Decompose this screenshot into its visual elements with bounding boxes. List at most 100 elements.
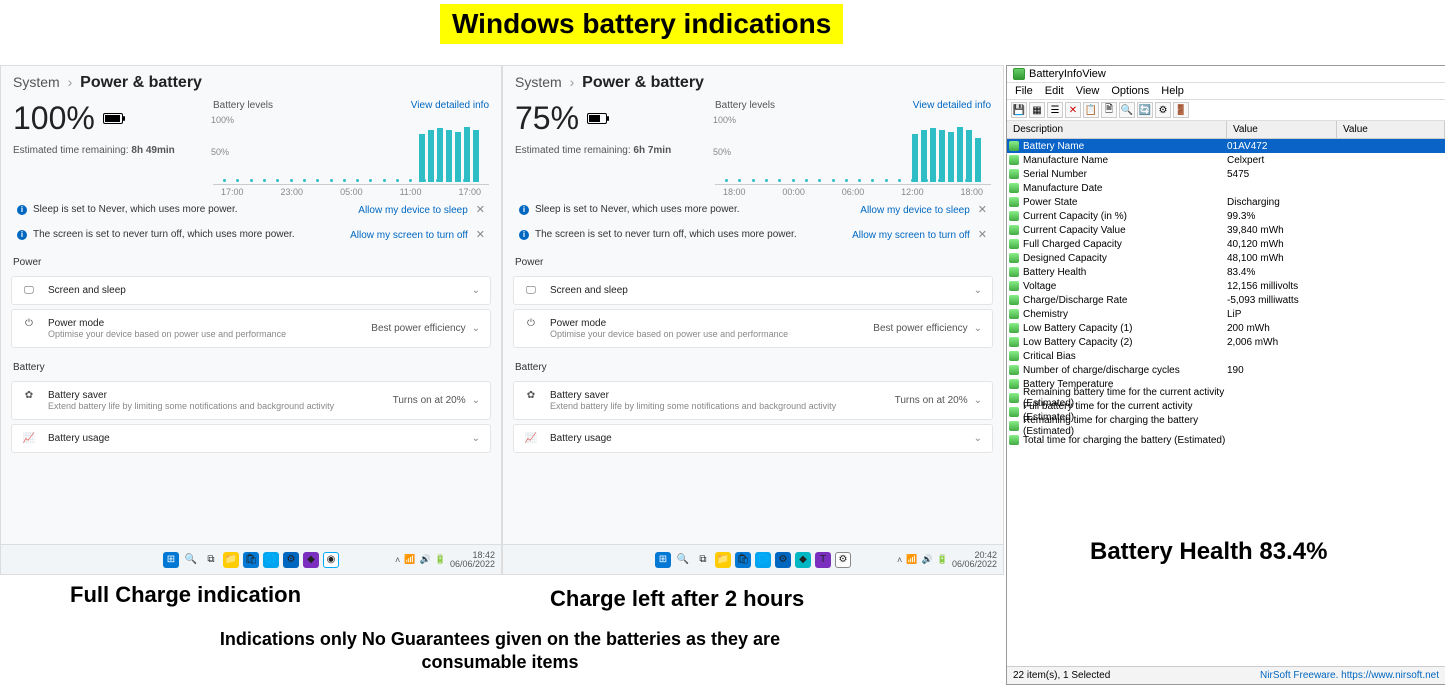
- power-mode-value[interactable]: Best power efficiency: [371, 323, 465, 334]
- allow-screen-off-link[interactable]: Allow my screen to turn off: [852, 230, 970, 241]
- view-detailed-link[interactable]: View detailed info: [411, 100, 489, 111]
- card-battery-usage[interactable]: 📈Battery usage ⌄: [11, 424, 491, 453]
- teams-icon[interactable]: T: [815, 552, 831, 568]
- menu-options[interactable]: Options: [1111, 85, 1149, 97]
- table-row[interactable]: Power StateDischarging: [1007, 195, 1445, 209]
- table-row[interactable]: Current Capacity (in %)99.3%: [1007, 209, 1445, 223]
- tray-date[interactable]: 06/06/2022: [450, 560, 495, 569]
- card-screen-sleep[interactable]: 🖵Screen and sleep ⌄: [513, 276, 993, 305]
- table-row[interactable]: Remaining time for charging the battery …: [1007, 419, 1445, 433]
- explorer-icon[interactable]: 📁: [223, 552, 239, 568]
- table-header[interactable]: Description Value Value: [1007, 121, 1445, 139]
- edge-icon[interactable]: 🌐: [755, 552, 771, 568]
- volume-icon[interactable]: 🔊: [420, 554, 431, 565]
- grid-icon[interactable]: ▦: [1029, 102, 1045, 118]
- col-value[interactable]: Value: [1227, 121, 1337, 138]
- table-row[interactable]: Full Charged Capacity40,120 mWh: [1007, 237, 1445, 251]
- table-row[interactable]: Low Battery Capacity (1)200 mWh: [1007, 321, 1445, 335]
- table-row[interactable]: ChemistryLiP: [1007, 307, 1445, 321]
- card-power-mode[interactable]: ⏻Power modeOptimise your device based on…: [11, 309, 491, 348]
- taskbar[interactable]: ⊞ 🔍 ⧉ 📁 🛍 🌐 ⚙ ◆ T ⚙ ˄ 📶 🔊 🔋 20:4206/06/2…: [503, 544, 1003, 574]
- card-screen-sleep[interactable]: 🖵Screen and sleep ⌄: [11, 276, 491, 305]
- section-battery: Battery: [503, 352, 1003, 377]
- table-row[interactable]: Voltage12,156 millivolts: [1007, 279, 1445, 293]
- app-icon-2[interactable]: ◉: [323, 552, 339, 568]
- delete-icon[interactable]: ✕: [1065, 102, 1081, 118]
- tray-date[interactable]: 06/06/2022: [952, 560, 997, 569]
- search-icon[interactable]: 🔍: [675, 552, 691, 568]
- close-icon[interactable]: ✕: [978, 204, 987, 216]
- table-row[interactable]: Critical Bias: [1007, 349, 1445, 363]
- store-icon[interactable]: 🛍: [735, 552, 751, 568]
- card-battery-saver[interactable]: ✿Battery saverExtend battery life by lim…: [513, 381, 993, 420]
- y-50: 50%: [713, 147, 731, 157]
- card-battery-usage[interactable]: 📈Battery usage ⌄: [513, 424, 993, 453]
- cell-desc: Serial Number: [1023, 169, 1227, 180]
- table-row[interactable]: Manufacture Date: [1007, 181, 1445, 195]
- save-icon[interactable]: 💾: [1011, 102, 1027, 118]
- edge-icon[interactable]: 🌐: [263, 552, 279, 568]
- allow-screen-off-link[interactable]: Allow my screen to turn off: [350, 230, 468, 241]
- view-detailed-link[interactable]: View detailed info: [913, 100, 991, 111]
- status-link[interactable]: NirSoft Freeware. https://www.nirsoft.ne…: [1260, 670, 1439, 681]
- task-view-icon[interactable]: ⧉: [695, 552, 711, 568]
- start-icon[interactable]: ⊞: [163, 552, 179, 568]
- table-row[interactable]: Number of charge/discharge cycles190: [1007, 363, 1445, 377]
- menu-help[interactable]: Help: [1161, 85, 1184, 97]
- cell-desc: Low Battery Capacity (1): [1023, 323, 1227, 334]
- table-row[interactable]: Manufacture NameCelxpert: [1007, 153, 1445, 167]
- store-icon[interactable]: 🛍: [243, 552, 259, 568]
- table-row[interactable]: Battery Name01AV472: [1007, 139, 1445, 153]
- breadcrumb-root[interactable]: System: [13, 74, 60, 90]
- settings-panel-full: System › Power & battery 100% Estimated …: [0, 65, 502, 575]
- wifi-icon[interactable]: 📶: [404, 554, 415, 565]
- close-icon[interactable]: ✕: [476, 204, 485, 216]
- battery-tray-icon[interactable]: 🔋: [937, 554, 948, 565]
- power-mode-value[interactable]: Best power efficiency: [873, 323, 967, 334]
- volume-icon[interactable]: 🔊: [922, 554, 933, 565]
- start-icon[interactable]: ⊞: [655, 552, 671, 568]
- table-row[interactable]: Serial Number5475: [1007, 167, 1445, 181]
- refresh-icon[interactable]: 🔄: [1137, 102, 1153, 118]
- properties-icon[interactable]: 🗎: [1101, 102, 1117, 118]
- card-power-mode[interactable]: ⏻Power modeOptimise your device based on…: [513, 309, 993, 348]
- wifi-icon[interactable]: 📶: [906, 554, 917, 565]
- allow-sleep-link[interactable]: Allow my device to sleep: [358, 205, 468, 216]
- chevron-down-icon: ⌄: [974, 433, 982, 444]
- taskbar[interactable]: ⊞ 🔍 ⧉ 📁 🛍 🌐 ⚙ ◆ ◉ ˄ 📶 🔊 🔋 18:4206/06/202…: [1, 544, 501, 574]
- table-row[interactable]: Total time for charging the battery (Est…: [1007, 433, 1445, 447]
- card-battery-saver[interactable]: ✿Battery saverExtend battery life by lim…: [11, 381, 491, 420]
- table-row[interactable]: Current Capacity Value39,840 mWh: [1007, 223, 1445, 237]
- app-icon[interactable]: ◆: [795, 552, 811, 568]
- app-icon[interactable]: ◆: [303, 552, 319, 568]
- breadcrumb-root[interactable]: System: [515, 74, 562, 90]
- window-titlebar[interactable]: BatteryInfoView: [1007, 66, 1445, 83]
- settings-icon[interactable]: ⚙: [775, 552, 791, 568]
- table-row[interactable]: Charge/Discharge Rate-5,093 milliwatts: [1007, 293, 1445, 307]
- menu-file[interactable]: File: [1015, 85, 1033, 97]
- battery-tray-icon[interactable]: 🔋: [435, 554, 446, 565]
- task-view-icon[interactable]: ⧉: [203, 552, 219, 568]
- chevron-up-icon[interactable]: ˄: [897, 555, 902, 565]
- chevron-up-icon[interactable]: ˄: [395, 555, 400, 565]
- close-icon[interactable]: ✕: [476, 229, 485, 241]
- exit-icon[interactable]: 🚪: [1173, 102, 1189, 118]
- table-row[interactable]: Battery Health83.4%: [1007, 265, 1445, 279]
- table-row[interactable]: Low Battery Capacity (2)2,006 mWh: [1007, 335, 1445, 349]
- allow-sleep-link[interactable]: Allow my device to sleep: [860, 205, 970, 216]
- find-icon[interactable]: 🔍: [1119, 102, 1135, 118]
- app-icon-3[interactable]: ⚙: [835, 552, 851, 568]
- close-icon[interactable]: ✕: [978, 229, 987, 241]
- explorer-icon[interactable]: 📁: [715, 552, 731, 568]
- menu-view[interactable]: View: [1076, 85, 1100, 97]
- search-icon[interactable]: 🔍: [183, 552, 199, 568]
- menu-edit[interactable]: Edit: [1045, 85, 1064, 97]
- table-row[interactable]: Designed Capacity48,100 mWh: [1007, 251, 1445, 265]
- saver-value: Turns on at 20%: [393, 395, 466, 406]
- settings-icon[interactable]: ⚙: [283, 552, 299, 568]
- options-icon[interactable]: ⚙: [1155, 102, 1171, 118]
- col-description[interactable]: Description: [1007, 121, 1227, 138]
- col-value-2[interactable]: Value: [1337, 121, 1445, 138]
- list-icon[interactable]: ☰: [1047, 102, 1063, 118]
- copy-icon[interactable]: 📋: [1083, 102, 1099, 118]
